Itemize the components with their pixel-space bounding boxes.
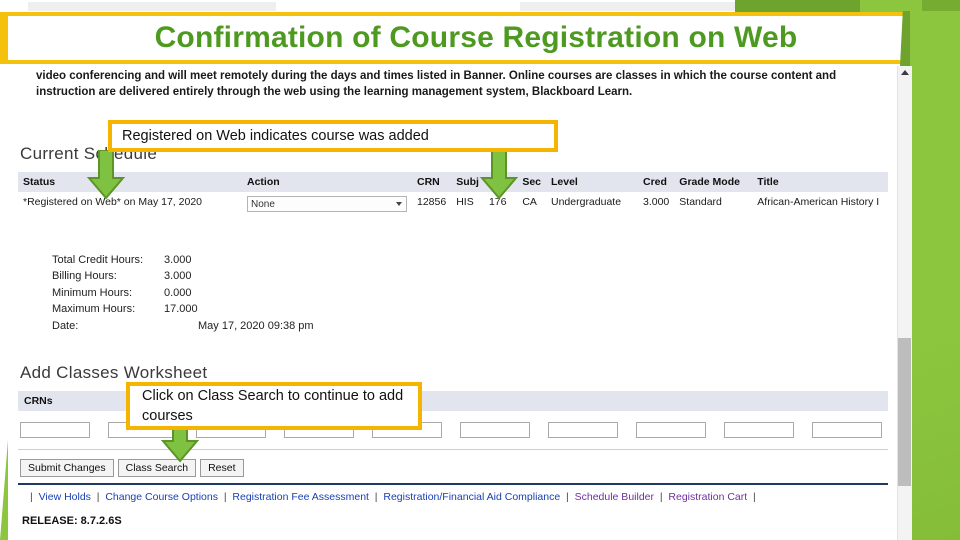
summary-value: 0.000	[164, 286, 192, 299]
cell-status: *Registered on Web* on May 17, 2020	[18, 192, 242, 216]
chevron-down-icon	[396, 202, 402, 206]
page-title: Confirmation of Course Registration on W…	[154, 21, 798, 54]
cell-cred: 3.000	[638, 192, 675, 216]
worksheet-divider	[18, 449, 888, 450]
link-separator: |	[656, 491, 666, 503]
callout-text: Click on Class Search to continue to add…	[142, 388, 404, 424]
summary-row-total-credit-hours: Total Credit Hours: 3.000	[52, 252, 314, 268]
arrow-to-status-column	[86, 150, 126, 200]
summary-label: Total Credit Hours:	[52, 254, 144, 266]
add-classes-heading: Add Classes Worksheet	[20, 363, 208, 382]
link-separator: |	[30, 491, 36, 503]
summary-row-minimum-hours: Minimum Hours: 0.000	[52, 285, 314, 301]
footer-link-schedule-builder[interactable]: Schedule Builder	[575, 491, 654, 503]
intro-paragraph: video conferencing and will meet remotel…	[36, 70, 837, 98]
cell-sec: CA	[517, 192, 546, 216]
arrow-to-crse-column	[479, 150, 519, 200]
scrollbar-thumb[interactable]	[898, 338, 911, 486]
column-header-grade-mode: Grade Mode	[674, 172, 753, 192]
summary-row-date: Date: May 17, 2020 09:38 pm	[52, 318, 314, 334]
hours-summary: Total Credit Hours: 3.000 Billing Hours:…	[52, 252, 314, 334]
link-separator: |	[563, 491, 572, 503]
column-header-crn: CRN	[412, 172, 452, 192]
top-green-band-1	[735, 0, 860, 12]
crn-input-9[interactable]	[724, 422, 794, 438]
summary-row-billing-hours: Billing Hours: 3.000	[52, 268, 314, 284]
footer-link-registration-financial-aid-compliance[interactable]: Registration/Financial Aid Compliance	[383, 491, 560, 503]
summary-row-maximum-hours: Maximum Hours: 17.000	[52, 301, 314, 317]
link-separator: |	[220, 491, 230, 503]
footer-link-registration-cart[interactable]: Registration Cart	[668, 491, 747, 503]
cell-action: None	[242, 192, 412, 216]
crn-input-8[interactable]	[636, 422, 706, 438]
crn-input-6[interactable]	[460, 422, 530, 438]
callout-click-class-search: Click on Class Search to continue to add…	[126, 382, 422, 430]
footer-link-view-holds[interactable]: View Holds	[39, 491, 91, 503]
column-header-status: Status	[18, 172, 242, 192]
scroll-up-arrow-icon[interactable]	[901, 70, 909, 75]
cell-level: Undergraduate	[546, 192, 638, 216]
table-header-row: Status Action CRN Subj Crse Sec Level Cr…	[18, 172, 888, 192]
submit-changes-button[interactable]: Submit Changes	[20, 459, 114, 477]
column-header-sec: Sec	[517, 172, 546, 192]
cell-title: African-American History I	[752, 192, 888, 216]
summary-label: Billing Hours:	[52, 270, 117, 283]
callout-text: Registered on Web indicates course was a…	[122, 128, 429, 144]
footer-link-registration-fee-assessment[interactable]: Registration Fee Assessment	[232, 491, 369, 503]
summary-value: 3.000	[164, 270, 192, 283]
top-green-band-2	[860, 0, 922, 12]
summary-value: May 17, 2020 09:38 pm	[198, 319, 314, 332]
summary-label: Date:	[52, 319, 79, 332]
action-select-value: None	[251, 198, 275, 210]
column-header-cred: Cred	[638, 172, 675, 192]
summary-label: Maximum Hours:	[52, 303, 136, 316]
action-select[interactable]: None	[247, 196, 407, 212]
slide: Confirmation of Course Registration on W…	[0, 0, 960, 540]
current-schedule-table: Status Action CRN Subj Crse Sec Level Cr…	[18, 172, 888, 216]
summary-label: Minimum Hours:	[52, 286, 133, 299]
cell-grade-mode: Standard	[674, 192, 753, 216]
cell-crn: 12856	[412, 192, 452, 216]
link-separator: |	[371, 491, 381, 503]
reset-button[interactable]: Reset	[200, 459, 244, 477]
crn-input-10[interactable]	[812, 422, 882, 438]
callout-registered-on-web: Registered on Web indicates course was a…	[108, 120, 558, 152]
crn-input-1[interactable]	[20, 422, 90, 438]
crn-input-7[interactable]	[548, 422, 618, 438]
column-header-title: Title	[752, 172, 888, 192]
footer-divider	[18, 483, 888, 485]
column-header-action: Action	[242, 172, 412, 192]
footer-link-change-course-options[interactable]: Change Course Options	[105, 491, 218, 503]
summary-value: 3.000	[164, 254, 192, 266]
summary-value: 17.000	[164, 303, 198, 316]
top-green-band-3	[922, 0, 960, 12]
link-separator: |	[93, 491, 103, 503]
link-separator: |	[750, 491, 756, 503]
table-row: *Registered on Web* on May 17, 2020 None…	[18, 192, 888, 216]
vertical-scrollbar[interactable]	[897, 66, 912, 540]
action-button-bar: Submit Changes Class Search Reset	[20, 459, 244, 477]
title-box: Confirmation of Course Registration on W…	[8, 16, 944, 60]
top-grey-band-left	[28, 2, 276, 11]
column-header-level: Level	[546, 172, 638, 192]
footer-link-bar: | View Holds | Change Course Options | R…	[30, 491, 756, 503]
release-version-label: RELEASE: 8.7.2.6S	[22, 515, 122, 527]
